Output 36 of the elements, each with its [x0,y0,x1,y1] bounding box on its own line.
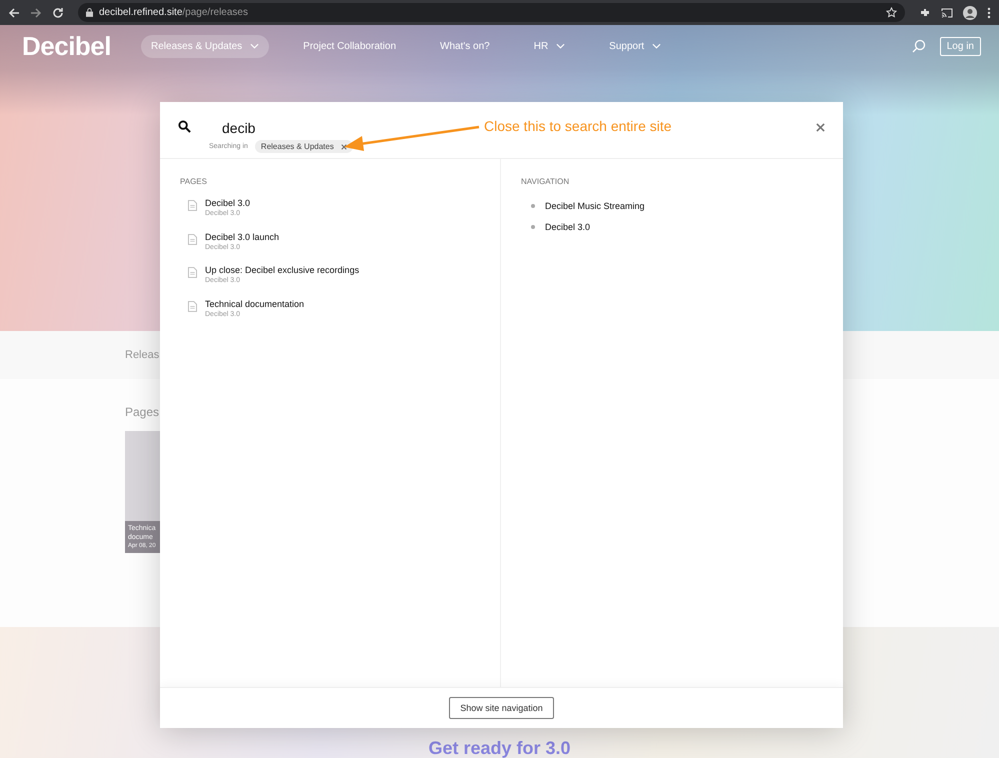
document-icon [188,267,197,278]
document-icon [188,200,197,211]
more-icon[interactable] [987,6,991,18]
search-input[interactable]: decib [222,120,353,136]
cast-icon[interactable] [941,6,953,18]
back-icon[interactable] [8,6,20,18]
close-icon[interactable] [816,123,825,132]
url-host: decibel.refined.site [99,7,182,18]
banner-heading: Get ready for 3.0 [428,738,571,758]
address-bar[interactable]: decibel.refined.site/page/releases [78,3,905,22]
close-icon[interactable] [340,144,347,150]
bullet-icon [531,224,535,229]
result-title: Up close: Decibel exclusive recordings [205,265,360,275]
puzzle-icon[interactable] [919,6,931,18]
navigation-heading: NAVIGATION [521,177,570,186]
lock-icon [86,8,93,17]
document-icon [188,234,197,244]
navigation-result[interactable]: Decibel Music Streaming [545,201,645,212]
reload-icon[interactable] [52,6,64,18]
document-icon [188,300,197,312]
navigation-result[interactable]: Decibel 3.0 [545,222,590,232]
star-icon[interactable] [886,7,897,18]
avatar-icon[interactable] [963,6,977,20]
show-site-navigation-button[interactable]: Show site navigation [449,697,554,719]
bullet-icon [531,204,535,208]
pages-heading: PAGES [180,177,208,186]
section-title: Pages [125,405,160,419]
url-path: /page/releases [182,7,248,18]
breadcrumb-text: Releas [125,349,160,361]
result-title: Technical documentation [205,298,304,308]
forward-icon[interactable] [30,6,42,18]
result-title: Decibel 3.0 launch [205,232,280,242]
scope-chip[interactable]: Releases & Updates [254,140,353,153]
result-title: Decibel 3.0 [205,198,250,208]
annotation-text: Close this to search entire site [484,118,672,134]
search-icon [178,120,191,133]
